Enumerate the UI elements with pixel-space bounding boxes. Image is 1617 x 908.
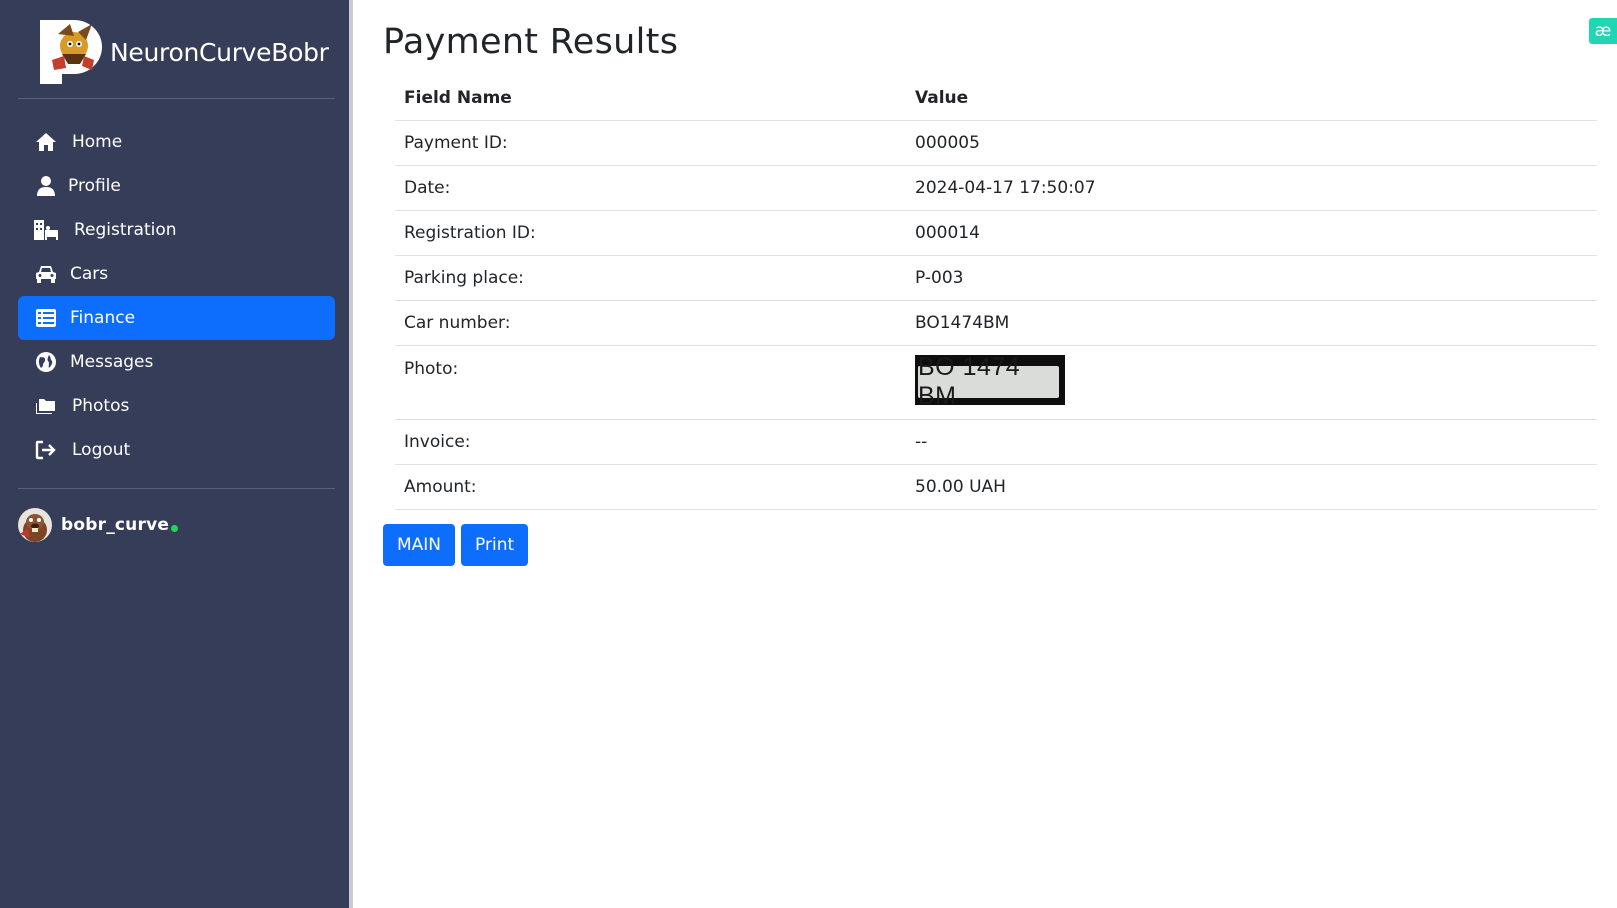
globe-icon — [34, 350, 58, 374]
field-value: 000014 — [906, 210, 1597, 256]
list-icon — [34, 306, 58, 330]
field-value: BO 1474 BM — [906, 345, 1597, 420]
field-value: -- — [906, 419, 1597, 465]
sidebar-nav: Home Profile Registration Cars Finance M… — [18, 120, 335, 472]
extension-badge-icon[interactable]: æ — [1589, 18, 1617, 44]
brand-logo — [40, 20, 102, 84]
user-menu[interactable]: bobr_curve — [18, 508, 179, 542]
table-header-row: Field Name Value — [395, 76, 1597, 121]
field-label: Car number: — [395, 300, 906, 346]
sidebar-item-label: Photos — [72, 396, 130, 416]
field-label: Amount: — [395, 464, 906, 510]
sidebar-item-profile[interactable]: Profile — [18, 164, 335, 208]
field-value: P-003 — [906, 255, 1597, 301]
print-button[interactable]: Print — [461, 524, 529, 566]
table-row: Invoice: -- — [395, 419, 1597, 465]
sidebar-item-home[interactable]: Home — [18, 120, 335, 164]
sidebar-item-label: Messages — [70, 352, 154, 372]
sidebar-divider — [18, 98, 335, 99]
online-status-dot — [171, 524, 179, 532]
field-value: BO1474BM — [906, 300, 1597, 346]
avatar — [18, 508, 52, 542]
sidebar-item-label: Registration — [74, 220, 177, 240]
username: bobr_curve — [61, 515, 170, 535]
sidebar-item-photos[interactable]: Photos — [18, 384, 335, 428]
table-row: Photo: BO 1474 BM — [395, 345, 1597, 420]
table-row: Registration ID: 000014 — [395, 210, 1597, 256]
license-plate-text: BO 1474 BM — [918, 353, 1059, 410]
sidebar-item-label: Profile — [68, 176, 121, 196]
brand-name: NeuronCurveBobr — [110, 37, 329, 67]
sidebar-item-logout[interactable]: Logout — [18, 428, 335, 472]
action-buttons: MAIN Print — [383, 524, 529, 566]
field-label: Parking place: — [395, 255, 906, 301]
hotel-icon — [34, 218, 58, 242]
column-header-field-name: Field Name — [395, 76, 906, 121]
brand-link[interactable]: NeuronCurveBobr — [40, 20, 329, 84]
sidebar: NeuronCurveBobr Home Profile Registratio… — [0, 0, 353, 908]
sidebar-item-registration[interactable]: Registration — [18, 208, 335, 252]
sidebar-item-cars[interactable]: Cars — [18, 252, 335, 296]
sidebar-item-label: Cars — [70, 264, 109, 284]
home-icon — [34, 130, 58, 154]
field-label: Date: — [395, 165, 906, 211]
sidebar-item-label: Logout — [72, 440, 131, 460]
field-value: 50.00 UAH — [906, 464, 1597, 510]
column-header-value: Value — [906, 76, 1597, 121]
field-label: Payment ID: — [395, 120, 906, 166]
field-label: Photo: — [395, 345, 906, 420]
payment-results-table: Field Name Value Payment ID: 000005 Date… — [395, 76, 1597, 510]
sidebar-item-finance[interactable]: Finance — [18, 296, 335, 340]
table-row: Amount: 50.00 UAH — [395, 464, 1597, 510]
field-label: Invoice: — [395, 419, 906, 465]
field-label: Registration ID: — [395, 210, 906, 256]
table-row: Parking place: P-003 — [395, 255, 1597, 301]
main-button[interactable]: MAIN — [383, 524, 456, 566]
sidebar-divider — [18, 488, 335, 489]
folder-icon — [34, 394, 58, 418]
user-icon — [34, 174, 58, 198]
table-row: Car number: BO1474BM — [395, 300, 1597, 346]
table-row: Payment ID: 000005 — [395, 120, 1597, 166]
page-title: Payment Results — [383, 22, 679, 62]
field-value: 000005 — [906, 120, 1597, 166]
sidebar-item-messages[interactable]: Messages — [18, 340, 335, 384]
field-value: 2024-04-17 17:50:07 — [906, 165, 1597, 211]
car-icon — [34, 262, 58, 286]
sidebar-item-label: Home — [72, 132, 123, 152]
logout-icon — [34, 438, 58, 462]
license-plate-photo[interactable]: BO 1474 BM — [915, 353, 1065, 410]
table-row: Date: 2024-04-17 17:50:07 — [395, 165, 1597, 211]
sidebar-item-label: Finance — [70, 308, 136, 328]
